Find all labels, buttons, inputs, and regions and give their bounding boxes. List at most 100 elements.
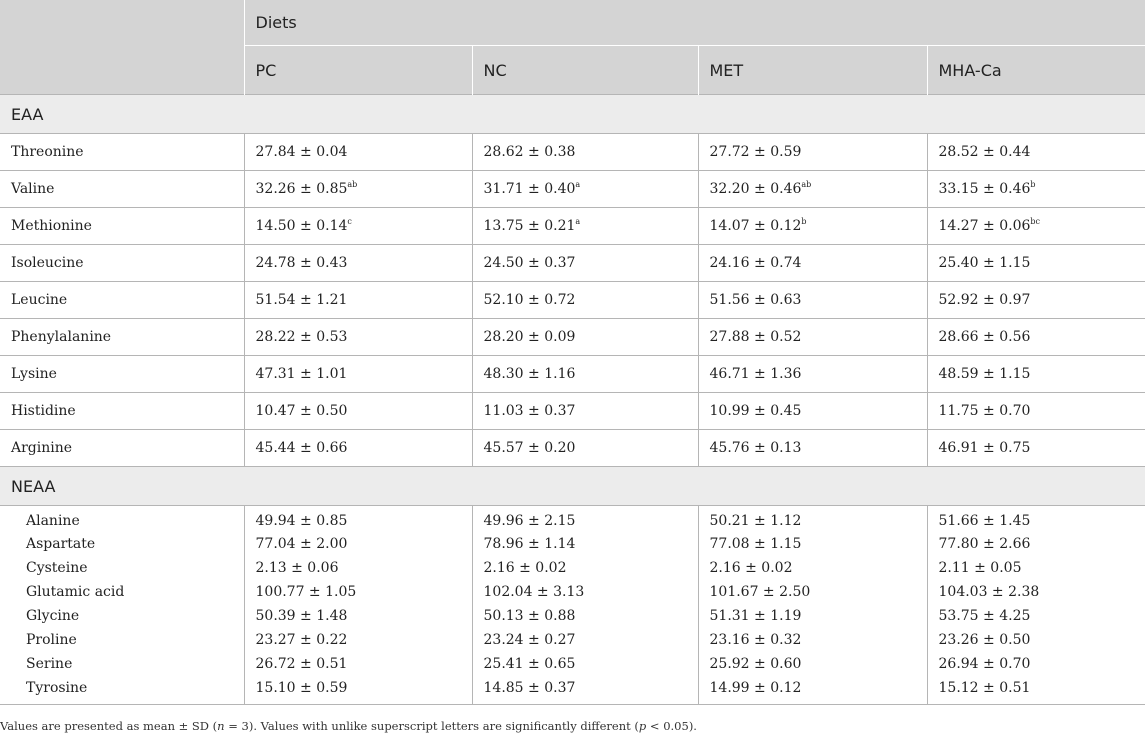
value-text: 45.44 ± 0.66 [255, 440, 348, 456]
amino-acid-table: Diets PC NC MET MHA-Ca EAA Threonine 27.84… [0, 0, 1145, 705]
table-row: Proline 23.27 ± 0.22 23.24 ± 0.27 23.16 ± 0… [0, 628, 1145, 652]
value-cell: 101.67 ± 2.50 [698, 580, 928, 604]
value-cell: 27.72 ± 0.59 [698, 133, 928, 171]
section-row-neaa: NEAA [0, 466, 1145, 506]
value-text: 45.57 ± 0.20 [483, 440, 576, 456]
section-row-eaa: EAA [0, 94, 1145, 134]
value-text: 50.13 ± 0.88 [483, 608, 576, 624]
value-text: 23.24 ± 0.27 [483, 632, 576, 648]
value-text: 26.72 ± 0.51 [255, 656, 348, 672]
value-cell: 2.16 ± 0.02 [698, 556, 928, 580]
value-cell: 28.66 ± 0.56 [927, 318, 1145, 356]
value-text: 24.16 ± 0.74 [709, 255, 802, 271]
column-header-pc: PC [243, 45, 472, 95]
value-cell: 33.15 ± 0.46b [927, 170, 1145, 208]
table-row: Aspartate 77.04 ± 2.00 78.96 ± 1.14 77.08 ±… [0, 532, 1145, 556]
value-cell: 10.99 ± 0.45 [698, 392, 928, 430]
value-text: 50.21 ± 1.12 [709, 513, 802, 529]
value-text: 24.50 ± 0.37 [483, 255, 576, 271]
value-text: 100.77 ± 1.05 [255, 584, 357, 600]
value-cell: 23.16 ± 0.32 [698, 628, 928, 652]
value-text: 15.12 ± 0.51 [938, 680, 1031, 696]
value-text: 50.39 ± 1.48 [255, 608, 348, 624]
value-cell: 77.80 ± 2.66 [927, 532, 1145, 556]
significance-superscript: bc [1030, 217, 1040, 226]
table-header: Diets PC NC MET MHA-Ca [0, 0, 1145, 95]
value-cell: 32.26 ± 0.85ab [244, 170, 473, 208]
value-cell: 28.22 ± 0.53 [244, 318, 473, 356]
table-body: EAA Threonine 27.84 ± 0.04 28.62 ± 0.38 27.7… [0, 94, 1145, 705]
value-cell: 50.21 ± 1.12 [698, 505, 928, 532]
amino-acid-name: Threonine [0, 133, 245, 171]
table-row: Alanine 49.94 ± 0.85 49.96 ± 2.15 50.21 ± 1… [0, 505, 1145, 532]
value-cell: 49.96 ± 2.15 [472, 505, 699, 532]
footnote-text-1: Values are presented as mean ± SD ( [0, 719, 218, 733]
value-cell: 48.59 ± 1.15 [927, 355, 1145, 393]
value-cell: 11.03 ± 0.37 [472, 392, 699, 430]
value-cell: 15.10 ± 0.59 [244, 676, 473, 705]
column-header-mha-ca: MHA-Ca [926, 45, 1145, 95]
value-text: 51.66 ± 1.45 [938, 513, 1031, 529]
value-cell: 27.84 ± 0.04 [244, 133, 473, 171]
value-text: 48.30 ± 1.16 [483, 366, 576, 382]
significance-superscript: c [347, 217, 352, 226]
value-cell: 45.44 ± 0.66 [244, 429, 473, 467]
value-text: 2.16 ± 0.02 [709, 560, 793, 576]
value-cell: 2.13 ± 0.06 [244, 556, 473, 580]
value-cell: 14.50 ± 0.14c [244, 207, 473, 245]
value-text: 51.56 ± 0.63 [709, 292, 802, 308]
diets-group-header: Diets [243, 0, 1145, 46]
value-cell: 24.78 ± 0.43 [244, 244, 473, 282]
amino-acid-name: Glycine [0, 604, 245, 628]
value-text: 52.10 ± 0.72 [483, 292, 576, 308]
value-text: 25.92 ± 0.60 [709, 656, 802, 672]
value-text: 2.16 ± 0.02 [483, 560, 567, 576]
amino-acid-name: Tyrosine [0, 676, 245, 705]
significance-superscript: ab [347, 180, 358, 189]
amino-acid-name: Alanine [0, 505, 245, 532]
value-cell: 50.39 ± 1.48 [244, 604, 473, 628]
value-text: 32.26 ± 0.85 [255, 181, 348, 197]
value-text: 14.07 ± 0.12 [709, 218, 802, 234]
value-text: 102.04 ± 3.13 [483, 584, 585, 600]
value-text: 32.20 ± 0.46 [709, 181, 802, 197]
value-text: 31.71 ± 0.40 [483, 181, 576, 197]
value-text: 23.16 ± 0.32 [709, 632, 802, 648]
amino-acid-name: Histidine [0, 392, 245, 430]
table-row: Histidine 10.47 ± 0.50 11.03 ± 0.37 10.99 ±… [0, 392, 1145, 430]
value-text: 10.47 ± 0.50 [255, 403, 348, 419]
amino-acid-name: Cysteine [0, 556, 245, 580]
footnote-text-2: = 3). Values with unlike superscript let… [224, 719, 639, 733]
value-text: 48.59 ± 1.15 [938, 366, 1031, 382]
table-row: Tyrosine 15.10 ± 0.59 14.85 ± 0.37 14.99 ± … [0, 676, 1145, 705]
amino-acid-name: Lysine [0, 355, 245, 393]
value-cell: 24.50 ± 0.37 [472, 244, 699, 282]
value-text: 25.40 ± 1.15 [938, 255, 1031, 271]
value-cell: 23.27 ± 0.22 [244, 628, 473, 652]
value-cell: 26.72 ± 0.51 [244, 652, 473, 676]
section-label: EAA [0, 94, 1145, 134]
value-cell: 25.41 ± 0.65 [472, 652, 699, 676]
value-text: 15.10 ± 0.59 [255, 680, 348, 696]
value-text: 47.31 ± 1.01 [255, 366, 348, 382]
amino-acid-name: Valine [0, 170, 245, 208]
value-cell: 46.71 ± 1.36 [698, 355, 928, 393]
table-row: Serine 26.72 ± 0.51 25.41 ± 0.65 25.92 ± 0.… [0, 652, 1145, 676]
value-cell: 25.40 ± 1.15 [927, 244, 1145, 282]
value-cell: 31.71 ± 0.40a [472, 170, 699, 208]
value-cell: 27.88 ± 0.52 [698, 318, 928, 356]
column-header-met: MET [697, 45, 927, 95]
value-cell: 23.26 ± 0.50 [927, 628, 1145, 652]
value-text: 28.66 ± 0.56 [938, 329, 1031, 345]
value-cell: 51.31 ± 1.19 [698, 604, 928, 628]
value-text: 46.91 ± 0.75 [938, 440, 1031, 456]
value-cell: 45.57 ± 0.20 [472, 429, 699, 467]
value-cell: 15.12 ± 0.51 [927, 676, 1145, 705]
value-cell: 46.91 ± 0.75 [927, 429, 1145, 467]
value-text: 14.50 ± 0.14 [255, 218, 348, 234]
value-text: 53.75 ± 4.25 [938, 608, 1031, 624]
value-text: 14.85 ± 0.37 [483, 680, 576, 696]
value-text: 11.75 ± 0.70 [938, 403, 1031, 419]
header-corner-lower [0, 45, 244, 95]
value-text: 77.04 ± 2.00 [255, 536, 348, 552]
